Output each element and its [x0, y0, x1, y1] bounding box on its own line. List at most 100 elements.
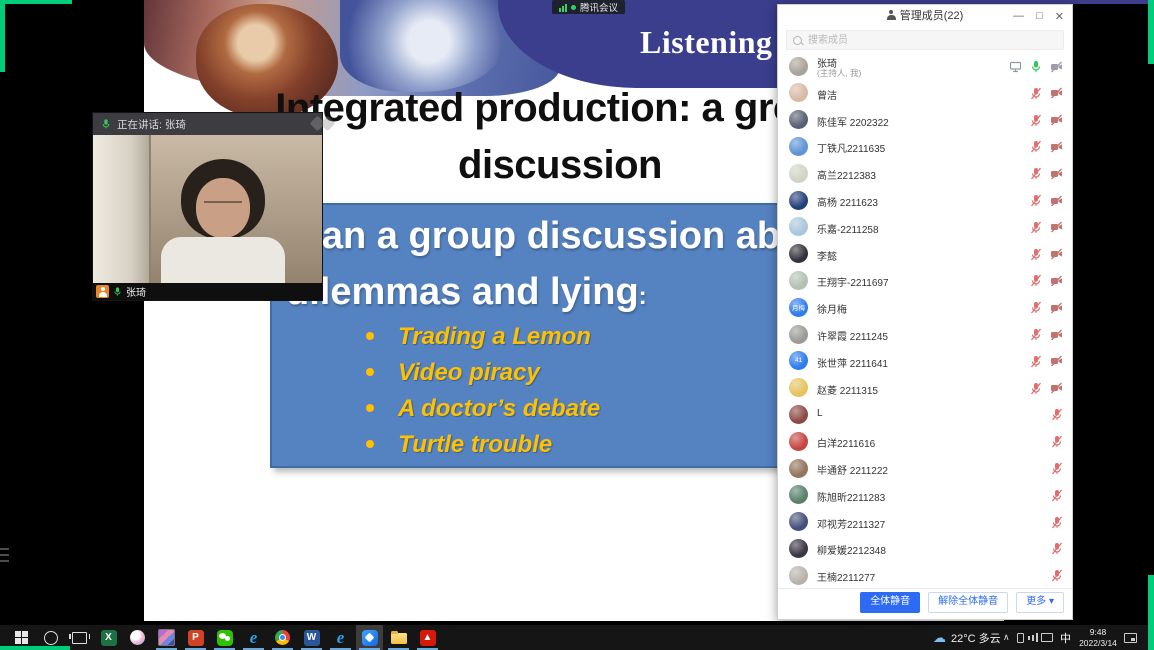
mic-muted-icon[interactable]	[1030, 274, 1042, 287]
taskbar-task-view-icon[interactable]	[66, 625, 93, 650]
member-row[interactable]: 陈旭昕2211283	[778, 482, 1072, 509]
mic-muted-icon[interactable]	[1051, 516, 1063, 529]
taskbar-internet-explorer-icon[interactable]: e	[240, 625, 267, 650]
camera-off-icon[interactable]	[1050, 168, 1063, 180]
member-name: 高兰2212383	[817, 167, 876, 182]
member-row[interactable]: 邓视芳2211327	[778, 509, 1072, 536]
video-window-header[interactable]: 正在讲话: 张琦	[93, 113, 322, 135]
member-row[interactable]: L	[778, 401, 1072, 428]
mic-muted-icon[interactable]	[1030, 167, 1042, 180]
mic-muted-icon[interactable]	[1051, 489, 1063, 502]
mic-muted-icon[interactable]	[1030, 114, 1042, 127]
bullet-dot-icon	[366, 404, 374, 412]
taskbar-word-icon[interactable]: W	[298, 625, 325, 650]
maximize-button[interactable]: □	[1036, 10, 1043, 22]
tray-chevron-icon[interactable]: ∧	[1003, 625, 1010, 650]
taskbar-excel-icon[interactable]: X	[95, 625, 122, 650]
member-row[interactable]: 乐嘉-2211258	[778, 214, 1072, 241]
camera-off-icon[interactable]	[1050, 355, 1063, 367]
mic-muted-icon[interactable]	[1051, 462, 1063, 475]
speaker-video-window[interactable]: 正在讲话: 张琦 张琦	[93, 113, 322, 300]
member-row[interactable]: 高兰2212383	[778, 160, 1072, 187]
member-row[interactable]: 赵菱 2211315	[778, 375, 1072, 402]
camera-off-icon[interactable]	[1050, 329, 1063, 341]
camera-off-icon[interactable]	[1050, 221, 1063, 233]
camera-off-icon[interactable]	[1050, 141, 1063, 153]
weather-cloud-icon[interactable]: ☁	[933, 625, 946, 650]
camera-off-icon[interactable]	[1050, 275, 1063, 287]
camera-off-icon[interactable]	[1050, 248, 1063, 260]
taskbar-powerpoint-icon[interactable]: P	[182, 625, 209, 650]
tray-keyboard-icon[interactable]	[1041, 625, 1053, 650]
mic-muted-icon[interactable]	[1030, 355, 1042, 368]
mic-muted-icon[interactable]	[1051, 569, 1063, 582]
member-row[interactable]: 白洋2211616	[778, 428, 1072, 455]
taskbar-chrome-icon[interactable]	[269, 625, 296, 650]
minimize-button[interactable]: —	[1013, 10, 1024, 22]
member-search[interactable]	[786, 30, 1064, 50]
member-row[interactable]: 张琦 (主持人, 我)	[778, 53, 1072, 80]
camera-off-icon[interactable]	[1050, 195, 1063, 207]
member-name: 高杨 2211623	[817, 194, 878, 209]
weather-label[interactable]: 22°C 多云	[951, 625, 1001, 650]
tray-clock[interactable]: 9:48 2022/3/14	[1076, 625, 1120, 650]
member-row[interactable]: 丁铁凡2211635	[778, 133, 1072, 160]
camera-off-icon[interactable]	[1050, 87, 1063, 99]
more-button[interactable]: 更多 ▾	[1016, 592, 1064, 613]
avatar	[789, 566, 808, 585]
taskbar-file-explorer-icon[interactable]	[385, 625, 412, 650]
slide-photo-students	[340, 0, 502, 92]
camera-off-icon[interactable]	[1050, 61, 1063, 73]
taskbar-acrobat-icon[interactable]: ▲	[414, 625, 441, 650]
taskbar-wechat-icon[interactable]	[211, 625, 238, 650]
taskbar-tencent-meeting-icon[interactable]	[356, 625, 383, 650]
mic-muted-icon[interactable]	[1030, 140, 1042, 153]
meeting-status-pill[interactable]: 腾讯会议	[552, 0, 625, 14]
member-name: 王楠2211277	[817, 569, 875, 584]
mic-muted-icon[interactable]	[1051, 408, 1063, 421]
taskbar-photos-icon[interactable]	[153, 625, 180, 650]
member-row[interactable]: 王翔宇-2211697	[778, 267, 1072, 294]
unmute-all-button[interactable]: 解除全体静音	[928, 592, 1008, 613]
member-row[interactable]: 高杨 2211623	[778, 187, 1072, 214]
tray-device-icon[interactable]	[1017, 625, 1024, 650]
member-row[interactable]: 月梅 徐月梅	[778, 294, 1072, 321]
member-row[interactable]: 王楠2211277	[778, 562, 1072, 589]
taskbar-internet-explorer-2-icon[interactable]: e	[327, 625, 354, 650]
mic-muted-icon[interactable]	[1030, 328, 1042, 341]
wallpaper-frame-right-bottom	[1148, 575, 1154, 650]
mute-all-button[interactable]: 全体静音	[860, 592, 920, 613]
camera-off-icon[interactable]	[1050, 114, 1063, 126]
screen-share-icon[interactable]	[1009, 61, 1022, 73]
member-row[interactable]: 曾洁	[778, 80, 1072, 107]
close-button[interactable]: ✕	[1055, 10, 1064, 23]
bullet-dot-icon	[366, 332, 374, 340]
mic-muted-icon[interactable]	[1051, 542, 1063, 555]
avatar	[789, 191, 808, 210]
member-row[interactable]: 毕通舒 2211222	[778, 455, 1072, 482]
mic-muted-icon[interactable]	[1030, 382, 1042, 395]
mic-muted-icon[interactable]	[1030, 221, 1042, 234]
search-input[interactable]	[806, 34, 1057, 47]
tray-network-icon[interactable]	[1028, 625, 1039, 650]
mic-muted-icon[interactable]	[1030, 248, 1042, 261]
mic-muted-icon[interactable]	[1030, 87, 1042, 100]
mic-muted-icon[interactable]	[1051, 435, 1063, 448]
member-row[interactable]: 柳爱媛2212348	[778, 535, 1072, 562]
camera-off-icon[interactable]	[1050, 302, 1063, 314]
member-list[interactable]: 张琦 (主持人, 我) 曾洁 陈佳军 2202322 丁铁凡2211635 高兰…	[778, 53, 1072, 591]
member-row[interactable]: 41 张世萍 2211641	[778, 348, 1072, 375]
member-name: L	[817, 408, 823, 419]
action-center-icon[interactable]	[1124, 625, 1137, 650]
member-row[interactable]: 陈佳军 2202322	[778, 107, 1072, 134]
ime-indicator[interactable]: 中	[1060, 625, 1071, 650]
camera-off-icon[interactable]	[1050, 382, 1063, 394]
taskbar[interactable]: X P e W e ▲ ☁ 22°C 多云 ∧ 中 9:48 2022/3/14	[0, 625, 1154, 650]
mic-on-icon[interactable]	[1030, 60, 1042, 73]
mic-muted-icon[interactable]	[1030, 301, 1042, 314]
member-row[interactable]: 李懿	[778, 241, 1072, 268]
member-row[interactable]: 许翠霞 2211245	[778, 321, 1072, 348]
wallpaper-frame-bottom-left	[0, 646, 70, 650]
taskbar-qq-icon[interactable]	[124, 625, 151, 650]
mic-muted-icon[interactable]	[1030, 194, 1042, 207]
